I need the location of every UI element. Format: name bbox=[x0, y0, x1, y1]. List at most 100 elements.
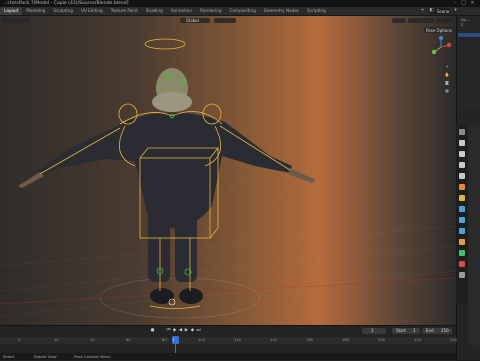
editor-type-button[interactable] bbox=[2, 17, 30, 24]
outliner-row[interactable] bbox=[458, 48, 480, 52]
status-rotate: Rotate View bbox=[34, 353, 57, 359]
outliner-row[interactable] bbox=[458, 58, 480, 62]
ruler-tick: 160 bbox=[306, 337, 314, 342]
world-tab-icon[interactable] bbox=[459, 184, 465, 190]
overlay-toggle[interactable] bbox=[392, 17, 406, 24]
workspace-tab-layout[interactable]: Layout bbox=[0, 7, 23, 15]
properties-editor bbox=[468, 125, 480, 345]
outliner-row[interactable]: Co... bbox=[458, 18, 480, 22]
orientation-label: Global bbox=[186, 17, 199, 23]
output-tab-icon[interactable] bbox=[459, 151, 465, 157]
minimize-icon[interactable]: – bbox=[452, 0, 459, 7]
workspace-tab-modeling[interactable]: Modeling bbox=[22, 7, 49, 15]
workspace-tab-sculpting[interactable]: Sculpting bbox=[49, 7, 77, 15]
outliner-row[interactable] bbox=[458, 53, 480, 57]
play-icon[interactable]: ▶ bbox=[184, 328, 189, 333]
status-context: Pose Context Menu bbox=[74, 353, 111, 359]
render-tab-icon[interactable] bbox=[459, 140, 465, 146]
workspace-tab-scripting[interactable]: Scripting bbox=[303, 7, 330, 15]
ruler-tick: 80 bbox=[162, 337, 167, 342]
view-layer-tab-icon[interactable] bbox=[459, 162, 465, 168]
scene-tab-icon[interactable] bbox=[459, 173, 465, 179]
current-frame-field[interactable]: 1 bbox=[362, 328, 386, 334]
particles-tab-icon[interactable] bbox=[459, 217, 465, 223]
playback-controls: ● ⏮ ◆ ◀ ▶ ◆ ⏭ 1 Start 1 End 250 bbox=[0, 327, 456, 335]
record-icon[interactable]: ● bbox=[150, 328, 155, 333]
scene-browse-icon[interactable]: ▾ bbox=[453, 8, 458, 13]
outliner-row[interactable] bbox=[458, 43, 480, 47]
workspace-tab-animation[interactable]: Animation bbox=[167, 7, 196, 15]
ruler-tick: 200 bbox=[378, 337, 386, 342]
current-frame-value: 1 bbox=[371, 328, 374, 333]
outliner-row[interactable] bbox=[458, 28, 480, 32]
3d-viewport[interactable]: Global Pose Options + ✋ ◙ ▦ bbox=[0, 16, 456, 325]
ruler-tick: 180 bbox=[342, 337, 350, 342]
physics-tab-icon[interactable] bbox=[459, 228, 465, 234]
workspace-tabs: Layout Modeling Sculpting UV Editing Texture… bbox=[0, 7, 330, 15]
status-bar: Select Rotate View Pose Context Menu bbox=[0, 353, 456, 360]
modifier-tab-icon[interactable] bbox=[459, 206, 465, 212]
data-tab-icon[interactable] bbox=[459, 250, 465, 256]
ruler-tick: 240 bbox=[450, 337, 458, 342]
play-reverse-icon[interactable]: ◀ bbox=[178, 328, 183, 333]
constraints-tab-icon[interactable] bbox=[459, 239, 465, 245]
title-bar: ...ctersPack 7/Model - Copie (43)/Source… bbox=[0, 0, 480, 7]
object-tab-icon[interactable] bbox=[459, 195, 465, 201]
frame-ruler[interactable]: 0 20 40 60 80 100 120 140 160 180 200 220 240 bbox=[0, 337, 458, 344]
outliner-row[interactable] bbox=[458, 63, 480, 67]
scene-icon: ◧ bbox=[429, 8, 434, 14]
outliner-row[interactable] bbox=[458, 33, 480, 37]
workspace-tab-shading[interactable]: Shading bbox=[142, 7, 167, 15]
workspace-tab-texture-paint[interactable]: Texture Paint bbox=[107, 7, 142, 15]
transform-orientation-dropdown[interactable]: Global bbox=[180, 17, 210, 24]
status-select: Select bbox=[3, 353, 15, 359]
end-frame-field[interactable]: End 250 bbox=[422, 328, 452, 334]
window-title: ...ctersPack 7/Model - Copie (43)/Source… bbox=[3, 0, 129, 6]
outliner-row-label: Co... bbox=[461, 18, 469, 22]
properties-tabs bbox=[456, 125, 468, 305]
texture-tab-icon[interactable] bbox=[459, 272, 465, 278]
pin-icon[interactable]: ⌖ bbox=[420, 8, 425, 13]
ruler-tick: 40 bbox=[90, 337, 95, 342]
workspace-tab-geometry-nodes[interactable]: Geometry Nodes bbox=[260, 7, 303, 15]
character-scene bbox=[0, 38, 456, 325]
snap-toggle[interactable] bbox=[214, 17, 236, 24]
hand-icon[interactable]: ✋ bbox=[444, 72, 450, 78]
outliner-row[interactable]: C bbox=[458, 23, 480, 27]
start-frame-field[interactable]: Start 1 bbox=[392, 328, 420, 334]
jump-end-icon[interactable]: ⏭ bbox=[196, 328, 201, 333]
ruler-tick: 100 bbox=[198, 337, 206, 342]
camera-icon[interactable]: ◙ bbox=[444, 80, 450, 86]
zoom-icon[interactable]: + bbox=[444, 64, 450, 70]
scene-selector[interactable]: ◧ Scene bbox=[428, 8, 450, 14]
close-icon[interactable]: × bbox=[469, 0, 476, 7]
ruler-tick: 120 bbox=[234, 337, 242, 342]
navigation-gizmo[interactable] bbox=[430, 36, 452, 58]
outliner-row[interactable] bbox=[458, 38, 480, 42]
bone-tab-icon[interactable] bbox=[459, 261, 465, 267]
ruler-tick: 20 bbox=[54, 337, 59, 342]
shading-buttons[interactable] bbox=[408, 17, 434, 24]
maximize-icon[interactable]: □ bbox=[460, 0, 467, 7]
start-frame-label: Start bbox=[396, 328, 406, 333]
workspace-tab-compositing[interactable]: Compositing bbox=[226, 7, 260, 15]
render-mode-button[interactable] bbox=[436, 17, 452, 24]
start-frame-value: 1 bbox=[413, 328, 416, 333]
end-frame-value: 250 bbox=[441, 328, 449, 333]
next-keyframe-icon[interactable]: ◆ bbox=[190, 328, 195, 333]
pose-options-button[interactable]: Pose Options bbox=[424, 27, 454, 34]
scene-label: Scene bbox=[437, 8, 450, 14]
tool-tab-icon[interactable] bbox=[459, 129, 465, 135]
ruler-tick: 140 bbox=[270, 337, 278, 342]
viewport-nav-tools: + ✋ ◙ ▦ bbox=[444, 64, 452, 96]
jump-start-icon[interactable]: ⏮ bbox=[166, 328, 171, 333]
workspace-tab-rendering[interactable]: Rendering bbox=[196, 7, 225, 15]
grid-icon[interactable]: ▦ bbox=[444, 88, 450, 94]
ruler-tick: 60 bbox=[126, 337, 131, 342]
end-frame-label: End bbox=[426, 328, 434, 333]
ruler-tick: 0 bbox=[18, 337, 21, 342]
playhead[interactable]: 1 bbox=[172, 336, 179, 344]
outliner: Co... C bbox=[458, 16, 480, 108]
prev-keyframe-icon[interactable]: ◆ bbox=[172, 328, 177, 333]
workspace-tab-uv-editing[interactable]: UV Editing bbox=[77, 7, 107, 15]
